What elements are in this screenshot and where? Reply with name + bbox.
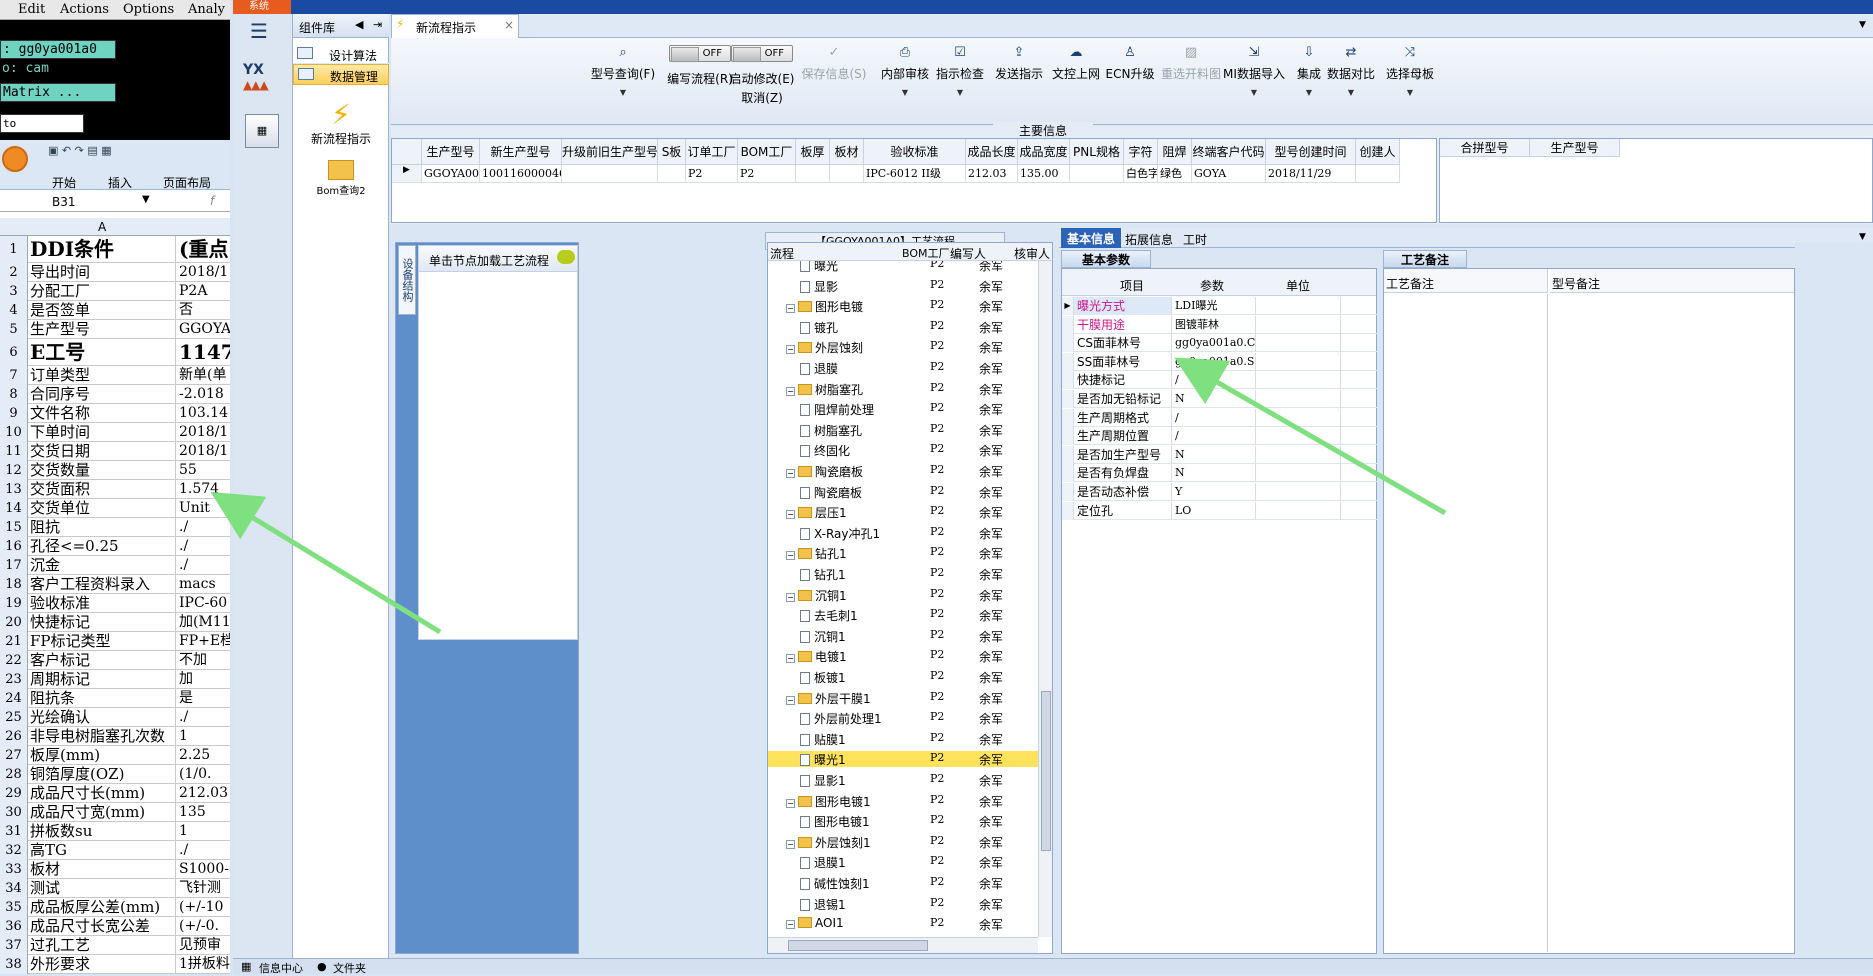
annotation-arrows	[210, 357, 1447, 635]
arrow-to-param	[1174, 357, 1447, 516]
arrow-to-sheet	[210, 491, 442, 635]
